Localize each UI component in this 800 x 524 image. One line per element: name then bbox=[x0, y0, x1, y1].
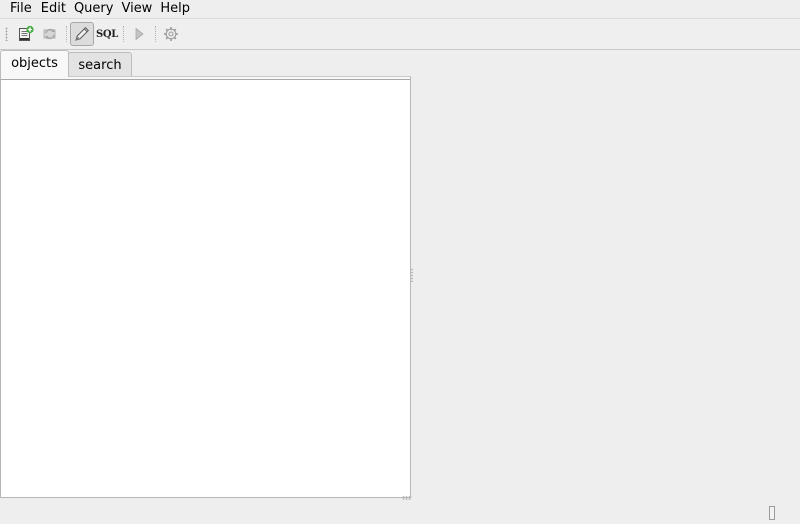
run-play-icon bbox=[135, 27, 144, 41]
status-bar bbox=[0, 500, 800, 524]
edit-mode-button[interactable] bbox=[70, 22, 94, 46]
new-database-icon bbox=[19, 25, 34, 41]
menu-help[interactable]: Help bbox=[159, 0, 197, 18]
toolbar: SQL bbox=[0, 18, 800, 50]
tab-search[interactable]: search bbox=[68, 52, 132, 76]
menu-bar: File Edit Query View Help bbox=[0, 0, 800, 18]
main-window: File Edit Query View Help SQL objects se… bbox=[0, 0, 800, 524]
toolbar-separator bbox=[155, 26, 157, 42]
tab-search-label: search bbox=[78, 57, 122, 73]
menu-edit[interactable]: Edit bbox=[40, 0, 73, 18]
new-database-button[interactable] bbox=[14, 22, 38, 46]
menu-file[interactable]: File bbox=[0, 0, 40, 18]
toolbar-grip-handle[interactable] bbox=[5, 27, 8, 41]
object-tree-view[interactable] bbox=[1, 79, 410, 497]
run-button[interactable] bbox=[127, 22, 151, 46]
objects-panel bbox=[0, 76, 411, 498]
menu-view[interactable]: View bbox=[120, 0, 159, 18]
toolbar-separator bbox=[123, 26, 125, 42]
edit-pencil-icon bbox=[75, 26, 90, 41]
settings-gear-icon bbox=[164, 27, 178, 41]
menu-query[interactable]: Query bbox=[73, 0, 121, 18]
tab-objects[interactable]: objects bbox=[0, 50, 69, 77]
status-indicator bbox=[769, 506, 775, 520]
settings-button[interactable] bbox=[159, 22, 183, 46]
sql-icon: SQL bbox=[95, 28, 119, 40]
refresh-icon bbox=[43, 28, 56, 40]
sql-button[interactable]: SQL bbox=[95, 22, 119, 46]
refresh-button[interactable] bbox=[38, 22, 62, 46]
splitter-handle[interactable] bbox=[411, 268, 413, 282]
toolbar-separator bbox=[66, 26, 68, 42]
tab-objects-label: objects bbox=[11, 55, 58, 71]
